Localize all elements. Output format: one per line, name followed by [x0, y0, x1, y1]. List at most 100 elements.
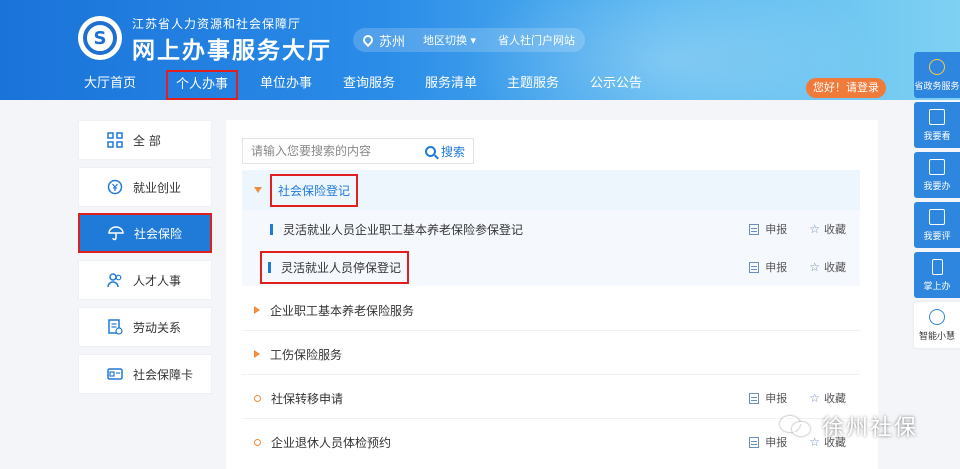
apply-icon [749, 223, 760, 235]
wechat-icon [780, 414, 814, 438]
circle-bullet-icon [254, 394, 261, 402]
favorite-label: 收藏 [824, 223, 846, 236]
phone-icon [931, 258, 943, 275]
service-label: 企业退休人员体检预约 [271, 435, 392, 450]
circle-bullet-icon [254, 438, 261, 446]
gov-service-icon [929, 58, 945, 75]
logo-mark: S [83, 21, 117, 55]
service-group-pension: 企业职工基本养老保险服务 [242, 290, 860, 331]
menu-item-employment[interactable]: 就业创业 [78, 167, 212, 207]
menu-item-social-security-card[interactable]: 社会保障卡 [78, 354, 212, 394]
assistant-label: 智能小慧 [918, 331, 955, 342]
edit-icon [929, 208, 945, 225]
service-label: 社保转移申请 [271, 391, 344, 406]
caret-right-icon [254, 350, 260, 358]
gov-service-link[interactable]: 省政务服务 [914, 52, 960, 98]
divider [242, 330, 860, 331]
document-icon [107, 319, 123, 335]
nav-service-list[interactable]: 服务清单 [425, 72, 477, 96]
book-icon [929, 108, 945, 125]
service-group-social-insurance-registration: 社会保险登记 灵活就业人员企业职工基本养老保险参保登记 申报 ☆ 收藏 灵活就业人… [242, 170, 860, 286]
service-row[interactable]: 灵活就业人员停保登记 申报 ☆ 收藏 [242, 248, 860, 286]
apply-label: 申报 [765, 261, 788, 274]
view-link[interactable]: 我要看 [914, 102, 960, 148]
menu-item-all[interactable]: 全 部 [78, 120, 212, 160]
service-item-retiree-checkup: 企业退休人员体检预约 申报 ☆ 收藏 [242, 422, 860, 462]
nav-unit-services[interactable]: 单位办事 [260, 72, 312, 96]
service-row[interactable]: 社保转移申请 申报 ☆ 收藏 [242, 378, 860, 418]
handle-label: 我要办 [923, 181, 951, 192]
nav-theme-services[interactable]: 主题服务 [507, 72, 559, 96]
login-button[interactable]: 您好！请登录 [806, 78, 886, 98]
menu-item-label: 社会保障卡 [133, 367, 194, 382]
service-item-transfer: 社保转移申请 申报 ☆ 收藏 [242, 378, 860, 419]
search-icon [424, 145, 436, 157]
service-label: 灵活就业人员停保登记 [281, 260, 402, 275]
row-actions: 申报 ☆ 收藏 [727, 390, 846, 406]
menu-item-label: 就业创业 [133, 180, 182, 195]
service-row[interactable]: 企业退休人员体检预约 申报 ☆ 收藏 [242, 422, 860, 462]
group-header[interactable]: 社会保险登记 [242, 170, 860, 210]
apply-icon [749, 436, 760, 448]
card-icon [107, 366, 123, 382]
apply-label: 申报 [765, 392, 788, 405]
highlighted-service: 灵活就业人员停保登记 [260, 250, 410, 284]
site-header: S 江苏省人力资源和社会保障厅 网上办事服务大厅 苏州 地区切换 ▾ 省人社门户… [0, 0, 960, 100]
service-label: 灵活就业人员企业职工基本养老保险参保登记 [283, 222, 524, 237]
apply-icon [749, 392, 760, 404]
star-icon: ☆ [809, 260, 820, 274]
favorite-action[interactable]: ☆ 收藏 [809, 390, 846, 406]
apply-action[interactable]: 申报 [749, 221, 787, 237]
menu-item-label: 人才人事 [133, 273, 182, 288]
mobile-label: 掌上办 [923, 281, 951, 292]
group-title: 社会保险登记 [270, 173, 359, 207]
grid-icon [107, 132, 123, 148]
divider [242, 418, 860, 419]
current-city[interactable]: 苏州 [379, 31, 405, 50]
evaluate-link[interactable]: 我要评 [914, 202, 960, 248]
favorite-action[interactable]: ☆ 收藏 [809, 259, 846, 275]
apply-icon [749, 261, 760, 273]
caret-down-icon [254, 187, 262, 193]
menu-item-labor-relations[interactable]: 劳动关系 [78, 307, 212, 347]
group-title: 工伤保险服务 [270, 347, 343, 362]
search-button[interactable]: 搜索 [424, 143, 473, 160]
nav-personal-services[interactable]: 个人办事 [166, 70, 239, 100]
apply-action[interactable]: 申报 [749, 259, 787, 275]
row-actions: 申报 ☆ 收藏 [727, 221, 846, 237]
group-header[interactable]: 工伤保险服务 [242, 334, 860, 374]
umbrella-icon [108, 225, 124, 241]
evaluate-label: 我要评 [923, 231, 951, 242]
menu-item-label: 全 部 [133, 133, 161, 148]
group-header[interactable]: 企业职工基本养老保险服务 [242, 290, 860, 330]
apply-label: 申报 [765, 223, 788, 236]
site-logo[interactable]: S [78, 16, 122, 60]
nav-home[interactable]: 大厅首页 [84, 72, 136, 96]
mobile-link[interactable]: 掌上办 [914, 252, 960, 298]
group-title: 企业职工基本养老保险服务 [270, 303, 415, 318]
assistant-link[interactable]: 智能小慧 [914, 302, 960, 348]
menu-item-social-insurance[interactable]: 社会保险 [78, 213, 212, 253]
star-icon: ☆ [809, 222, 820, 236]
watermark: 徐州社保 [780, 410, 918, 442]
search-button-label: 搜索 [440, 144, 465, 159]
search-input[interactable] [243, 139, 425, 163]
service-row[interactable]: 灵活就业人员企业职工基本养老保险参保登记 申报 ☆ 收藏 [242, 210, 860, 248]
watermark-text: 徐州社保 [822, 416, 919, 441]
divider [242, 374, 860, 375]
handle-link[interactable]: 我要办 [914, 152, 960, 198]
nav-announcements[interactable]: 公示公告 [590, 72, 642, 96]
apply-action[interactable]: 申报 [749, 390, 787, 406]
location-pin-icon [360, 32, 376, 48]
view-label: 我要看 [923, 131, 951, 142]
menu-item-talent[interactable]: 人才人事 [78, 260, 212, 300]
favorite-action[interactable]: ☆ 收藏 [809, 221, 846, 237]
region-switch-link[interactable]: 地区切换 ▾ [423, 32, 476, 48]
nav-query-services[interactable]: 查询服务 [343, 72, 395, 96]
site-title: 网上办事服务大厅 [132, 38, 332, 64]
row-actions: 申报 ☆ 收藏 [727, 259, 846, 275]
portal-link[interactable]: 省人社门户网站 [498, 32, 575, 48]
search-bar: 搜索 [242, 138, 474, 164]
service-group-work-injury: 工伤保险服务 [242, 334, 860, 375]
monitor-icon [929, 158, 945, 175]
